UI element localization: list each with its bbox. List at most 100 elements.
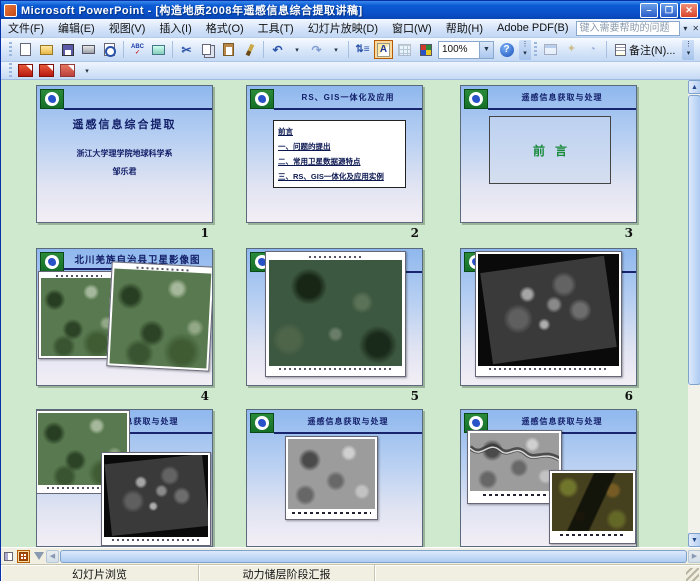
menu-window[interactable]: 窗口(W) bbox=[385, 18, 439, 38]
color-satellite-frame bbox=[549, 470, 636, 544]
toolbar-overflow-icon[interactable]: ⋮▾ bbox=[682, 40, 694, 60]
new-document-icon[interactable] bbox=[16, 40, 35, 59]
slide-number: 5 bbox=[411, 389, 419, 403]
slide-sorter-view-button[interactable] bbox=[17, 550, 30, 563]
open-icon[interactable] bbox=[37, 40, 56, 59]
menu-view[interactable]: 视图(V) bbox=[102, 18, 153, 38]
close-button[interactable]: ✕ bbox=[680, 3, 698, 18]
horizontal-scrollbar[interactable] bbox=[60, 550, 687, 563]
menu-format[interactable]: 格式(O) bbox=[199, 18, 251, 38]
slide1-author: 邹乐君 bbox=[37, 166, 212, 177]
help-question-input[interactable]: 键入需要帮助的问题 bbox=[576, 21, 681, 36]
undo-dropdown-icon[interactable]: ▾ bbox=[289, 42, 305, 57]
scroll-down-icon[interactable]: ▼ bbox=[688, 533, 700, 547]
slide1-subtitle: 浙江大学理学院地球科学系 bbox=[37, 148, 212, 159]
outline-item: 前言 bbox=[278, 124, 401, 139]
divider bbox=[64, 108, 212, 110]
menu-edit[interactable]: 编辑(E) bbox=[51, 18, 102, 38]
slideshow-view-button[interactable] bbox=[32, 550, 45, 563]
minimize-button[interactable]: – bbox=[640, 3, 658, 18]
slide3-title: 遥感信息获取与处理 bbox=[491, 92, 633, 103]
convert-and-email-icon[interactable] bbox=[37, 61, 56, 80]
help-dropdown-icon[interactable]: ▾ bbox=[680, 21, 690, 36]
menu-file[interactable]: 文件(F) bbox=[1, 18, 51, 38]
menu-tools[interactable]: 工具(T) bbox=[251, 18, 301, 38]
scroll-up-icon[interactable]: ▲ bbox=[688, 80, 700, 94]
toolbar-overflow-icon[interactable]: ⋮▾ bbox=[519, 40, 531, 60]
save-icon[interactable] bbox=[58, 40, 77, 59]
redo-dropdown-icon[interactable]: ▾ bbox=[328, 42, 344, 57]
redo-icon[interactable]: ↷ bbox=[307, 40, 326, 59]
pdf-toolbar-dropdown-icon[interactable]: ▾ bbox=[79, 63, 95, 78]
divider bbox=[274, 432, 422, 434]
show-grid-icon[interactable] bbox=[395, 40, 414, 59]
cut-icon[interactable]: ✂ bbox=[177, 40, 196, 59]
scroll-right-icon[interactable]: ▶ bbox=[688, 550, 700, 563]
slide-number: 2 bbox=[411, 226, 419, 240]
animation-scheme-icon[interactable]: ✦ bbox=[562, 40, 581, 59]
toolbar-drag-handle[interactable] bbox=[9, 42, 12, 58]
slide-thumbnail-8[interactable]: 遥感信息获取与处理 8 bbox=[246, 409, 423, 547]
menu-insert[interactable]: 插入(I) bbox=[152, 18, 198, 38]
design-template-status: 动力储层阶段汇报 bbox=[199, 565, 375, 581]
undo-icon[interactable]: ↶ bbox=[268, 40, 287, 59]
convert-and-review-icon[interactable] bbox=[58, 61, 77, 80]
copy-icon[interactable] bbox=[198, 40, 217, 59]
slide-thumbnail-6[interactable]: 6 bbox=[460, 248, 637, 386]
print-icon[interactable] bbox=[79, 40, 98, 59]
toolbar-drag-handle[interactable] bbox=[9, 63, 12, 79]
help-icon[interactable]: ? bbox=[497, 40, 516, 59]
slide2-title: RS、GIS一体化及应用 bbox=[277, 92, 419, 103]
slide-number: 3 bbox=[625, 226, 633, 240]
close-document-icon[interactable]: ✕ bbox=[691, 21, 700, 36]
convert-to-pdf-icon[interactable] bbox=[16, 61, 35, 80]
title-bar: Microsoft PowerPoint - [构造地质2008年遥感信息综合提… bbox=[1, 1, 700, 19]
slide-thumbnail-9[interactable]: 遥感信息获取与处理 9 bbox=[460, 409, 637, 547]
university-globe-logo-icon bbox=[464, 89, 488, 109]
toolbar-drag-handle[interactable] bbox=[534, 42, 537, 58]
format-painter-icon[interactable] bbox=[240, 40, 259, 59]
grayscale-photo-frame bbox=[285, 436, 378, 520]
slide1-title: 遥感信息综合提取 bbox=[37, 116, 212, 132]
color-grayscale-icon[interactable] bbox=[416, 40, 435, 59]
menu-slideshow[interactable]: 幻灯片放映(D) bbox=[301, 18, 385, 38]
rehearse-timings-icon[interactable]: ◔ bbox=[583, 40, 602, 59]
expand-all-icon[interactable]: ⇅≡ bbox=[353, 40, 372, 59]
satellite-image-gray bbox=[101, 452, 211, 546]
slide-thumbnail-7[interactable]: 遥感信息获取与处理 7 bbox=[36, 409, 213, 547]
spelling-icon[interactable]: ABC✓ bbox=[128, 40, 147, 59]
normal-view-button[interactable] bbox=[2, 550, 15, 563]
slide-number: 1 bbox=[201, 226, 209, 240]
horizontal-scroll-thumb[interactable] bbox=[60, 550, 687, 563]
restore-button[interactable]: ❐ bbox=[660, 3, 678, 18]
slide-thumbnail-5[interactable]: 5 bbox=[246, 248, 423, 386]
vertical-scrollbar[interactable]: ▲ ▼ bbox=[688, 80, 700, 547]
notes-button[interactable]: 备注(N)... bbox=[611, 40, 679, 59]
zoom-combo[interactable]: 100% ▼ bbox=[438, 41, 494, 59]
slide-thumbnail-3[interactable]: 遥感信息获取与处理 前言 3 bbox=[460, 85, 637, 223]
scroll-left-icon[interactable]: ◀ bbox=[46, 550, 59, 563]
show-formatting-icon[interactable]: A bbox=[374, 40, 393, 59]
slide-thumbnail-2[interactable]: RS、GIS一体化及应用 前言 一、问题的提出 二、常用卫星数据源特点 三、RS… bbox=[246, 85, 423, 223]
slide-thumbnail-4[interactable]: 北川羌族自治县卫星影像图 4 bbox=[36, 248, 213, 386]
slide8-title: 遥感信息获取与处理 bbox=[277, 416, 419, 427]
divider bbox=[488, 108, 636, 110]
adobe-pdf-toolbar: ▾ bbox=[1, 62, 700, 80]
slide-design-icon[interactable] bbox=[541, 40, 560, 59]
outline-item: 三、RS、GIS一体化及应用实例 bbox=[278, 169, 401, 184]
zoom-dropdown-icon[interactable]: ▼ bbox=[479, 42, 493, 58]
slide-sorter-pane[interactable]: 遥感信息综合提取 浙江大学理学院地球科学系 邹乐君 1 RS、GIS一体化及应用… bbox=[1, 80, 700, 547]
university-globe-logo-icon bbox=[40, 89, 64, 109]
slide-thumbnail-1[interactable]: 遥感信息综合提取 浙江大学理学院地球科学系 邹乐君 1 bbox=[36, 85, 213, 223]
menu-help[interactable]: 帮助(H) bbox=[439, 18, 490, 38]
research-icon[interactable] bbox=[149, 40, 168, 59]
print-preview-icon[interactable] bbox=[100, 40, 119, 59]
notes-icon bbox=[615, 44, 626, 56]
window-title: Microsoft PowerPoint - [构造地质2008年遥感信息综合提… bbox=[21, 2, 363, 18]
slide3-body-box: 前言 bbox=[489, 116, 611, 184]
resize-grip[interactable] bbox=[686, 568, 699, 581]
paste-icon[interactable] bbox=[219, 40, 238, 59]
vertical-scroll-thumb[interactable] bbox=[688, 95, 700, 385]
menu-adobe-pdf[interactable]: Adobe PDF(B) bbox=[490, 20, 576, 36]
slide-number: 6 bbox=[625, 389, 633, 403]
